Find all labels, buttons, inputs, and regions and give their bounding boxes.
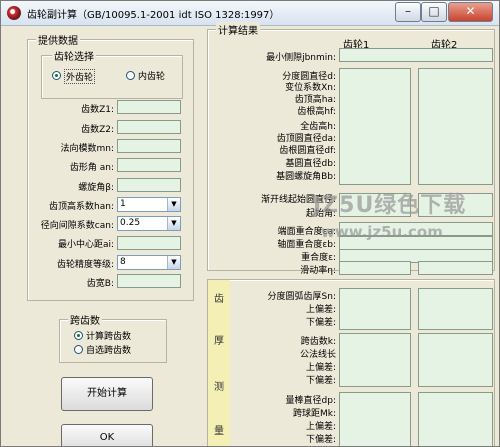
normal-module-label: 法向模数mn: <box>60 144 114 154</box>
min-backlash-output <box>339 48 493 62</box>
teeth-z2-label: 齿数Z2: <box>81 125 114 135</box>
addendum-coef-value: 1 <box>120 199 126 209</box>
span-upper-dev-label: 上偏差: <box>305 363 336 373</box>
external-gear-radio[interactable] <box>52 71 61 80</box>
gear-app-icon <box>7 6 21 20</box>
root-diameter-label: 齿根圆直径df: <box>279 146 336 156</box>
gear-select-legend: 齿轮选择 <box>52 48 96 63</box>
dropdown-arrow-icon[interactable]: ▼ <box>167 256 180 269</box>
thickness-char-1: 齿 <box>214 294 224 305</box>
thickness-char-2: 厚 <box>214 336 224 347</box>
gear2-results-block <box>418 68 493 185</box>
span-teeth-legend: 跨齿数 <box>68 312 102 327</box>
span-teeth-group: 跨齿数 计算跨齿数 自选跨齿数 <box>59 312 167 363</box>
gear2-span-block <box>418 333 493 387</box>
results-legend: 计算结果 <box>216 22 260 37</box>
sliding-ratio-label: 滑动率η: <box>300 266 336 276</box>
min-center-distance-input[interactable] <box>117 236 181 250</box>
pin-diameter-label: 量棒直径dp: <box>285 396 336 406</box>
minimize-button[interactable]: – <box>395 2 421 22</box>
thickness-char-4: 量 <box>214 426 224 437</box>
arc-thickness-label: 分度圆弧齿厚Sn: <box>267 292 336 302</box>
internal-gear-label[interactable]: 内齿轮 <box>138 69 165 82</box>
custom-span-radio[interactable] <box>74 345 83 354</box>
teeth-z1-input[interactable] <box>117 100 181 114</box>
clearance-coef-label: 径向间隙系数can: <box>40 221 114 231</box>
normal-module-input[interactable] <box>117 139 181 153</box>
dropdown-arrow-icon[interactable]: ▼ <box>167 217 180 230</box>
min-backlash-label: 最小侧隙jbnmin: <box>266 53 336 63</box>
dedendum-label: 齿根高hf: <box>297 107 336 117</box>
total-contact-label: 重合度ε: <box>301 253 336 263</box>
minimize-icon: – <box>405 4 411 18</box>
face-width-input[interactable] <box>117 274 181 288</box>
input-group: 提供数据 齿轮选择 外齿轮 内齿轮 齿数Z1: 齿数Z2: 法向模数mn: 齿形… <box>27 32 194 301</box>
close-button[interactable]: ✕ <box>448 2 493 22</box>
arc-upper-dev-label: 上偏差: <box>305 305 336 315</box>
maximize-icon: □ <box>428 4 440 18</box>
gear1-results-block <box>339 68 411 185</box>
custom-span-label[interactable]: 自选跨齿数 <box>86 343 131 356</box>
addendum-coef-label: 齿顶高系数han: <box>49 202 114 212</box>
start-calc-button[interactable]: 开始计算 <box>61 377 153 411</box>
ok-button[interactable]: OK <box>61 424 153 446</box>
thickness-char-3: 测 <box>214 382 224 393</box>
base-diameter-label: 基圆直径db: <box>285 159 336 169</box>
calc-span-radio[interactable] <box>74 331 83 340</box>
ball-distance-label: 跨球距Mk: <box>292 409 336 419</box>
pressure-angle-input[interactable] <box>117 158 181 172</box>
span-count-label: 跨齿数k: <box>300 337 336 347</box>
gear1-arc-block <box>339 288 411 330</box>
watermark-url: www.jz5u.com <box>321 223 443 241</box>
calc-span-label[interactable]: 计算跨齿数 <box>86 329 131 342</box>
gear2-arc-block <box>418 288 493 330</box>
maximize-button[interactable]: □ <box>421 2 447 22</box>
thickness-group: 齿 厚 测 量 分度圆弧齿厚Sn: 上偏差: 下偏差: 跨齿数k: 公法线长 上… <box>207 279 495 446</box>
accuracy-grade-label: 齿轮精度等级: <box>56 260 114 270</box>
teeth-z2-input[interactable] <box>117 120 181 134</box>
external-gear-label[interactable]: 外齿轮 <box>64 69 96 84</box>
helix-angle-input[interactable] <box>117 178 181 192</box>
window-title: 齿轮副计算（GB/10095.1-2001 idt ISO 1328:1997） <box>27 10 280 21</box>
close-icon: ✕ <box>465 4 476 18</box>
clearance-coef-value: 0.25 <box>120 218 141 228</box>
min-center-distance-label: 最小中心距ai: <box>57 240 114 250</box>
face-width-label: 齿宽B: <box>86 279 114 289</box>
arc-lower-dev-label: 下偏差: <box>305 318 336 328</box>
span-lower-dev-label: 下偏差: <box>305 376 336 386</box>
watermark-logo: JZ5U绿色下载 <box>313 193 467 218</box>
helix-angle-label: 螺旋角β: <box>78 183 114 193</box>
internal-gear-radio[interactable] <box>126 71 135 80</box>
teeth-z1-label: 齿数Z1: <box>81 105 114 115</box>
gear1-ball-block <box>339 392 411 446</box>
app-window: 齿轮副计算（GB/10095.1-2001 idt ISO 1328:1997）… <box>0 0 500 447</box>
base-tangent-label: 公法线长 <box>299 350 336 360</box>
gear2-sliding-output <box>418 261 493 275</box>
ball-lower-dev-label: 下偏差: <box>305 435 336 445</box>
accuracy-grade-select[interactable]: 8 ▼ <box>117 255 181 270</box>
base-helix-label: 基圆螺旋角Bb: <box>276 172 336 182</box>
input-group-legend: 提供数据 <box>36 32 80 47</box>
gear1-span-block <box>339 333 411 387</box>
accuracy-grade-value: 8 <box>120 257 126 267</box>
pressure-angle-label: 齿形角 an: <box>69 163 114 173</box>
gear2-ball-block <box>418 392 493 446</box>
ball-upper-dev-label: 上偏差: <box>305 422 336 432</box>
gear-select-group: 齿轮选择 外齿轮 内齿轮 <box>41 48 183 99</box>
dropdown-arrow-icon[interactable]: ▼ <box>167 198 180 211</box>
clearance-coef-select[interactable]: 0.25 ▼ <box>117 216 181 231</box>
addendum-coef-select[interactable]: 1 ▼ <box>117 197 181 212</box>
gear1-sliding-output <box>339 261 411 275</box>
